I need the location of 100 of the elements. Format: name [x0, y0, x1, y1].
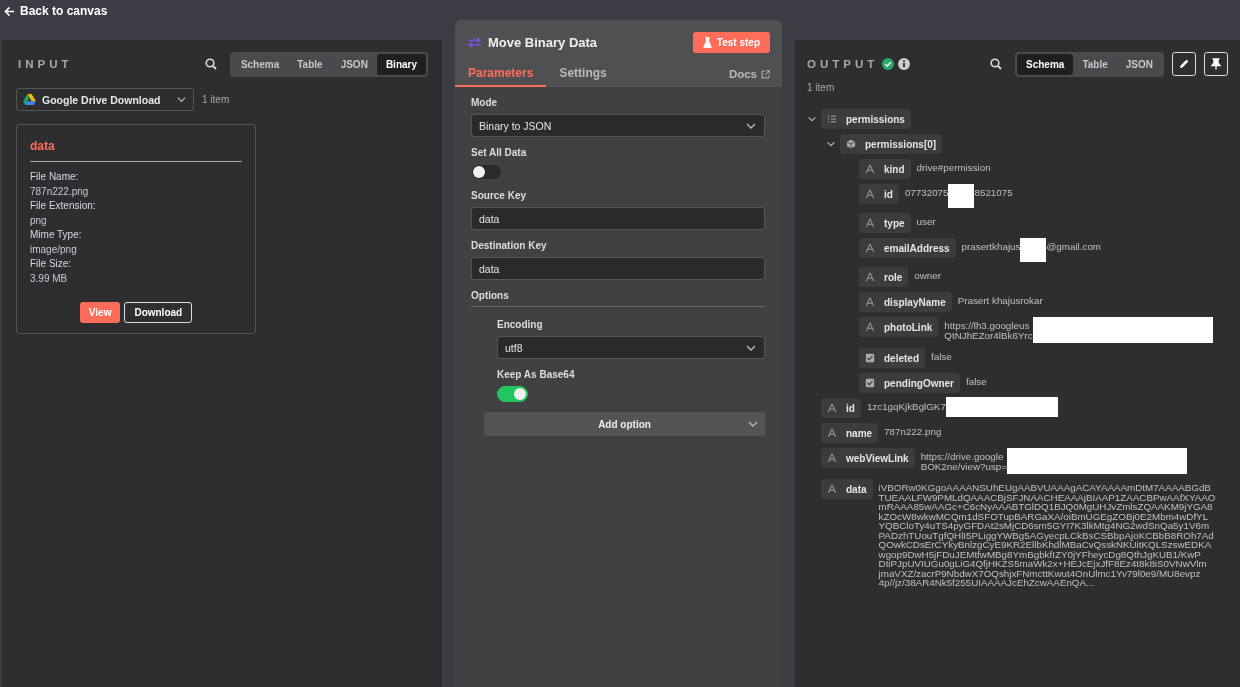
- swap-arrows-icon: [467, 36, 482, 48]
- value-text: prasertkhajus: [961, 242, 1021, 252]
- text-type-icon: [865, 272, 875, 282]
- field-label: File Size:: [30, 257, 73, 271]
- schema-key[interactable]: permissions[0]: [840, 134, 943, 154]
- schema-key[interactable]: photoLink: [859, 317, 939, 337]
- text-type-icon: [865, 243, 875, 253]
- value-text: owner: [914, 271, 942, 281]
- panel-title: INPUT: [17, 58, 73, 70]
- field-label: Keep As Base64: [497, 369, 576, 380]
- field-label: Destination Key: [471, 240, 548, 251]
- view-tab[interactable]: JSON: [331, 53, 377, 75]
- text-type-icon: [827, 453, 837, 463]
- list-icon: [827, 114, 837, 124]
- search-icon: [204, 58, 217, 70]
- pencil-icon: [1178, 58, 1190, 70]
- text-type-icon: [865, 164, 875, 174]
- info-icon: [898, 58, 911, 70]
- view-tab[interactable]: JSON: [1116, 53, 1162, 75]
- external-link-icon: [761, 69, 770, 79]
- item-count: 1 item: [807, 82, 836, 93]
- back-arrow-icon: [4, 5, 15, 17]
- node-title: Move Binary Data: [488, 34, 598, 50]
- checkbox-icon: [865, 378, 875, 388]
- field-value: 787n222.png: [30, 184, 90, 199]
- view-tab[interactable]: Table: [1073, 53, 1117, 75]
- value-text: 8521075: [974, 188, 1013, 198]
- redaction-block: [1020, 238, 1047, 262]
- view-tab[interactable]: Schema: [231, 53, 289, 75]
- schema-key[interactable]: deleted: [859, 348, 925, 368]
- node-tab[interactable]: Settings: [546, 66, 620, 87]
- back-link[interactable]: Back to canvas: [4, 4, 108, 18]
- select-field[interactable]: utf8: [497, 336, 765, 359]
- view-tab[interactable]: Binary: [376, 53, 426, 75]
- view-tab[interactable]: Table: [288, 53, 332, 75]
- chevron-down-icon[interactable]: [826, 139, 836, 149]
- text-field[interactable]: data: [471, 207, 765, 230]
- field-label: File Extension:: [30, 199, 97, 213]
- schema-key[interactable]: data: [821, 479, 873, 499]
- schema-key[interactable]: kind: [859, 159, 911, 179]
- node-dropdown[interactable]: Google Drive Download: [16, 88, 194, 111]
- schema-key[interactable]: type: [859, 213, 911, 233]
- success-check-icon: [882, 58, 895, 70]
- schema-key[interactable]: name: [821, 423, 879, 443]
- edit-button[interactable]: [1172, 52, 1196, 76]
- select-field[interactable]: Binary to JSON: [471, 114, 765, 137]
- field-label: File Name:: [30, 170, 80, 184]
- toggle-switch[interactable]: [497, 386, 528, 402]
- field-label: Set All Data: [471, 147, 528, 158]
- view-tab[interactable]: Schema: [1017, 53, 1074, 75]
- cube-icon: [846, 139, 856, 149]
- toggle-switch[interactable]: [471, 164, 502, 180]
- value-text: https://drive.google BOK2ne/view?usp=: [920, 452, 1007, 471]
- checkbox-icon: [865, 353, 875, 363]
- download-button[interactable]: Download: [124, 302, 193, 323]
- docs-link[interactable]: Docs: [728, 68, 770, 87]
- binary-title: data: [30, 139, 56, 153]
- text-type-icon: [865, 322, 875, 332]
- field-value: image/png: [30, 242, 78, 257]
- add-option-button[interactable]: Add option: [484, 412, 765, 436]
- value-text: 07732075: [904, 188, 949, 198]
- value-text: 1zc1gqKjkBglGK7: [866, 402, 946, 412]
- options-heading: Options: [471, 290, 765, 307]
- text-type-icon: [827, 403, 837, 413]
- value-text: 787n222.png: [884, 427, 942, 437]
- value-text: iVBORw0KGgoAAAANSUhEUgAABVUAAAgACAYAAAAmDtM7AAAABGdB TUEAALFW9PMLdQAAACBjSFJNAACHEAAAjBIAAP1ZAACBPwAAfXYAAO mRAAA85wAAGc+C6cNyAAABTGlDQ1BJQ0MgUHJvZmlsZQAAKM9jYGA8 kZOcW8wkwMCQm1dSFOTupBARGaXA/oiBmUGEgZOBj0E2Mbm4wDfYL YQBCloTy4uTS4pyGFDAt2sMjCD6sm5GYI7K3lkMtg4NG2wdSnQa5y1V6m PADzhTUouTgfQHlI5PLiggYWBg5AGyecpLCkBsCSBbpAjoKCBbB8ROh7Ad QOwkCDsErCYkyBnlzgCyE9KR2EllbKhdlMBaCvQsskNKUitKQLSzswEDKA wgop9DwH5jFDuJEMtfwMBg8YmBgbkfIZY0jYFheycDg8QthJgKUB1/KwP DtiPJpUVIUGu0gLiG4QfjHKZS5maWk2x+HEJcEjxJfF8Ez4t8k8iS0VNwVlm jmaVXZ/zacrP9NbdwX7OQshjxFNmcttKwut4OnUlmc1Yv79l0e9/MU8evpz 4p//jz/38AR4Nk5f255UIAAAAJcEhZcwAAEnQA...: [878, 483, 1216, 588]
- redaction-block: [948, 184, 975, 208]
- schema-key[interactable]: id: [821, 398, 861, 418]
- schema-key[interactable]: emailAddress: [859, 238, 956, 258]
- field-value: png: [30, 213, 48, 228]
- schema-key[interactable]: permissions: [821, 109, 911, 129]
- back-link-label[interactable]: Back to canvas: [20, 4, 108, 18]
- panel-title: OUTPUT: [807, 58, 879, 70]
- text-field[interactable]: data: [471, 257, 765, 280]
- text-type-icon: [865, 297, 875, 307]
- value-text: false: [931, 352, 952, 362]
- schema-key[interactable]: displayName: [859, 292, 952, 312]
- field-label: Source Key: [471, 190, 528, 201]
- schema-key[interactable]: id: [859, 184, 899, 204]
- value-text: user: [916, 217, 936, 227]
- chevron-down-icon[interactable]: [807, 114, 817, 124]
- value-text: @gmail.com: [1046, 242, 1101, 252]
- item-count: 1 item: [202, 94, 230, 105]
- value-text: https://lh3.googleus QtNJhEZor4lBk6Yrc: [944, 321, 1033, 340]
- text-type-icon: [827, 428, 837, 438]
- search-icon: [990, 58, 1002, 70]
- value-text: drive#permission: [916, 163, 991, 173]
- field-label: Mode: [471, 97, 499, 108]
- flask-icon: [702, 36, 712, 48]
- field-label: Mime Type:: [30, 228, 83, 242]
- schema-key[interactable]: webViewLink: [821, 448, 915, 468]
- pin-button[interactable]: [1204, 52, 1228, 76]
- text-type-icon: [827, 484, 837, 494]
- schema-key[interactable]: pendingOwner: [859, 373, 960, 393]
- text-type-icon: [865, 189, 875, 199]
- field-label: Encoding: [497, 319, 544, 330]
- schema-key[interactable]: role: [859, 267, 909, 287]
- drive-logo-icon: [23, 94, 36, 105]
- pin-icon: [1210, 58, 1222, 70]
- text-type-icon: [865, 218, 875, 228]
